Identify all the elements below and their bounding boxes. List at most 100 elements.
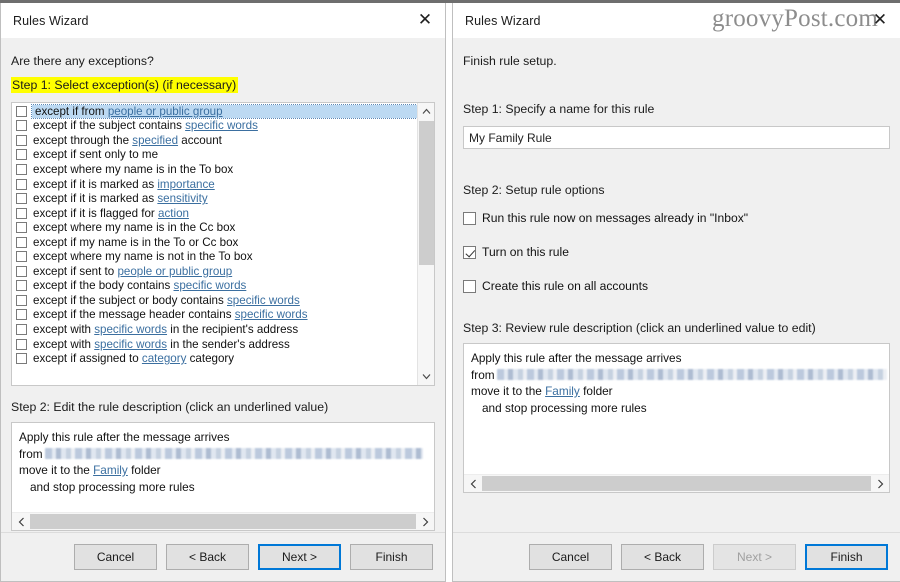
exception-checkbox[interactable] [16,251,27,263]
close-icon-right[interactable]: ✕ [866,7,894,33]
close-icon[interactable]: ✕ [411,7,439,33]
exception-checkbox[interactable] [16,193,27,205]
folder-link[interactable]: Family [93,463,128,477]
exception-checkbox[interactable] [16,323,27,335]
exception-label-post: category [186,352,235,366]
exception-checkbox[interactable] [16,178,27,190]
exception-value-link[interactable]: people or public group [117,265,232,278]
rule-description-box-right[interactable]: Apply this rule after the message arrive… [463,343,890,493]
dialog-body-left: Are there any exceptions? Step 1: Select… [1,38,445,532]
exception-checkbox[interactable] [16,265,27,277]
exception-label: except where my name is in the To box [32,163,233,176]
exception-checkbox[interactable] [16,105,27,117]
exception-checkbox[interactable] [16,222,27,234]
exception-value-link[interactable]: people or public group [108,105,223,118]
exception-row[interactable]: except if it is marked as importance [13,177,417,192]
next-button[interactable]: Next > [258,544,341,570]
redacted-sender-value[interactable] [44,447,423,459]
exception-value-link[interactable]: specified [132,134,178,147]
exception-checkbox[interactable] [16,149,27,161]
rule-option-row[interactable]: Run this rule now on messages already in… [463,209,890,227]
exception-row[interactable]: except if the message header contains sp… [13,308,417,323]
exception-value-link[interactable]: category [142,352,186,365]
exception-label-pre: except if the subject or body contains [33,293,227,307]
exception-row[interactable]: except if assigned to category category [13,351,417,366]
scroll-left-icon[interactable] [12,513,30,531]
step1-label: Step 1: Select exception(s) (if necessar… [11,77,239,93]
exception-row[interactable]: except if my name is in the To or Cc box [13,235,417,250]
rule-option-checkbox[interactable] [463,279,476,293]
folder-link-right[interactable]: Family [545,384,580,398]
back-button-right[interactable]: < Back [621,544,704,570]
description-horizontal-scrollbar-right[interactable] [464,474,889,492]
exception-checkbox[interactable] [16,338,27,350]
exception-checkbox[interactable] [16,294,27,306]
rule-name-input[interactable]: My Family Rule [463,126,890,149]
back-button[interactable]: < Back [166,544,249,570]
exception-row[interactable]: except if the body contains specific wor… [13,279,417,294]
exception-row[interactable]: except if it is marked as sensitivity [13,191,417,206]
exceptions-question: Are there any exceptions? [11,54,154,68]
rule-option-row[interactable]: Create this rule on all accounts [463,277,890,295]
scroll-right-icon[interactable] [416,513,434,531]
scrollbar-thumb[interactable] [419,121,434,265]
dialog-title: Rules Wizard [13,13,89,28]
exception-checkbox[interactable] [16,309,27,321]
exception-value-link[interactable]: specific words [227,294,300,307]
scroll-down-icon[interactable] [418,368,434,385]
exception-row[interactable]: except where my name is in the Cc box [13,220,417,235]
exception-value-link[interactable]: importance [157,178,214,191]
scroll-left-icon-right[interactable] [464,475,482,493]
exception-row[interactable]: except with specific words in the sender… [13,337,417,352]
exception-row[interactable]: except if it is flagged for action [13,206,417,221]
rule-option-row[interactable]: Turn on this rule [463,243,890,261]
exceptions-listbox[interactable]: except if from people or public group exc… [11,102,435,386]
hscroll-thumb-left[interactable] [30,513,416,529]
desc-line-2: from [19,446,427,463]
titlebar-right: Rules Wizard groovyPost.com ✕ [453,3,900,38]
exception-checkbox[interactable] [16,163,27,175]
rule-option-checkbox[interactable] [463,245,476,259]
exception-value-link[interactable]: specific words [94,338,167,351]
exception-row[interactable]: except where my name is not in the To bo… [13,249,417,264]
finish-button[interactable]: Finish [350,544,433,570]
exception-checkbox[interactable] [16,236,27,248]
rule-description-box-left[interactable]: Apply this rule after the message arrive… [11,422,435,531]
exception-checkbox[interactable] [16,207,27,219]
exception-row[interactable]: except if sent only to me [13,148,417,163]
exception-row[interactable]: except with specific words in the recipi… [13,322,417,337]
exception-value-link[interactable]: specific words [174,279,247,292]
scroll-right-icon-right[interactable] [871,475,889,493]
exception-label-pre: except where my name is in the To box [33,162,234,176]
exception-row[interactable]: except through the specified account [13,133,417,148]
scroll-up-icon[interactable] [418,103,434,120]
exception-row[interactable]: except if the subject contains specific … [13,119,417,134]
exception-value-link[interactable]: action [158,207,189,220]
cancel-button[interactable]: Cancel [74,544,157,570]
exception-checkbox[interactable] [16,353,27,365]
exception-value-link[interactable]: specific words [185,119,258,132]
exception-value-link[interactable]: sensitivity [157,192,207,205]
exception-row[interactable]: except where my name is in the To box [13,162,417,177]
cancel-button-right[interactable]: Cancel [529,544,612,570]
exception-label: except through the specified account [32,134,222,147]
exception-label: except if it is marked as importance [32,178,215,191]
exception-checkbox[interactable] [16,280,27,292]
finish-button-right[interactable]: Finish [805,544,888,570]
exception-row[interactable]: except if the subject or body contains s… [13,293,417,308]
exception-value-link[interactable]: specific words [235,308,308,321]
exception-checkbox[interactable] [16,134,27,146]
redacted-sender-value-right[interactable] [496,368,887,380]
exception-value-link[interactable]: specific words [94,323,167,336]
exception-checkbox[interactable] [16,120,27,132]
exception-label-pre: except if the subject contains [33,119,186,133]
hscroll-thumb-right[interactable] [482,475,871,491]
exception-row[interactable]: except if from people or public group [13,103,418,119]
rule-option-checkbox[interactable] [463,211,476,225]
hscroll-track-left[interactable] [30,513,416,531]
exception-row[interactable]: except if sent to people or public group [13,264,417,279]
hscroll-track-right[interactable] [482,475,871,493]
description-horizontal-scrollbar-left[interactable] [12,512,434,530]
listbox-vertical-scrollbar[interactable] [417,103,434,385]
desc-move-label-right: move it to the [471,384,546,398]
